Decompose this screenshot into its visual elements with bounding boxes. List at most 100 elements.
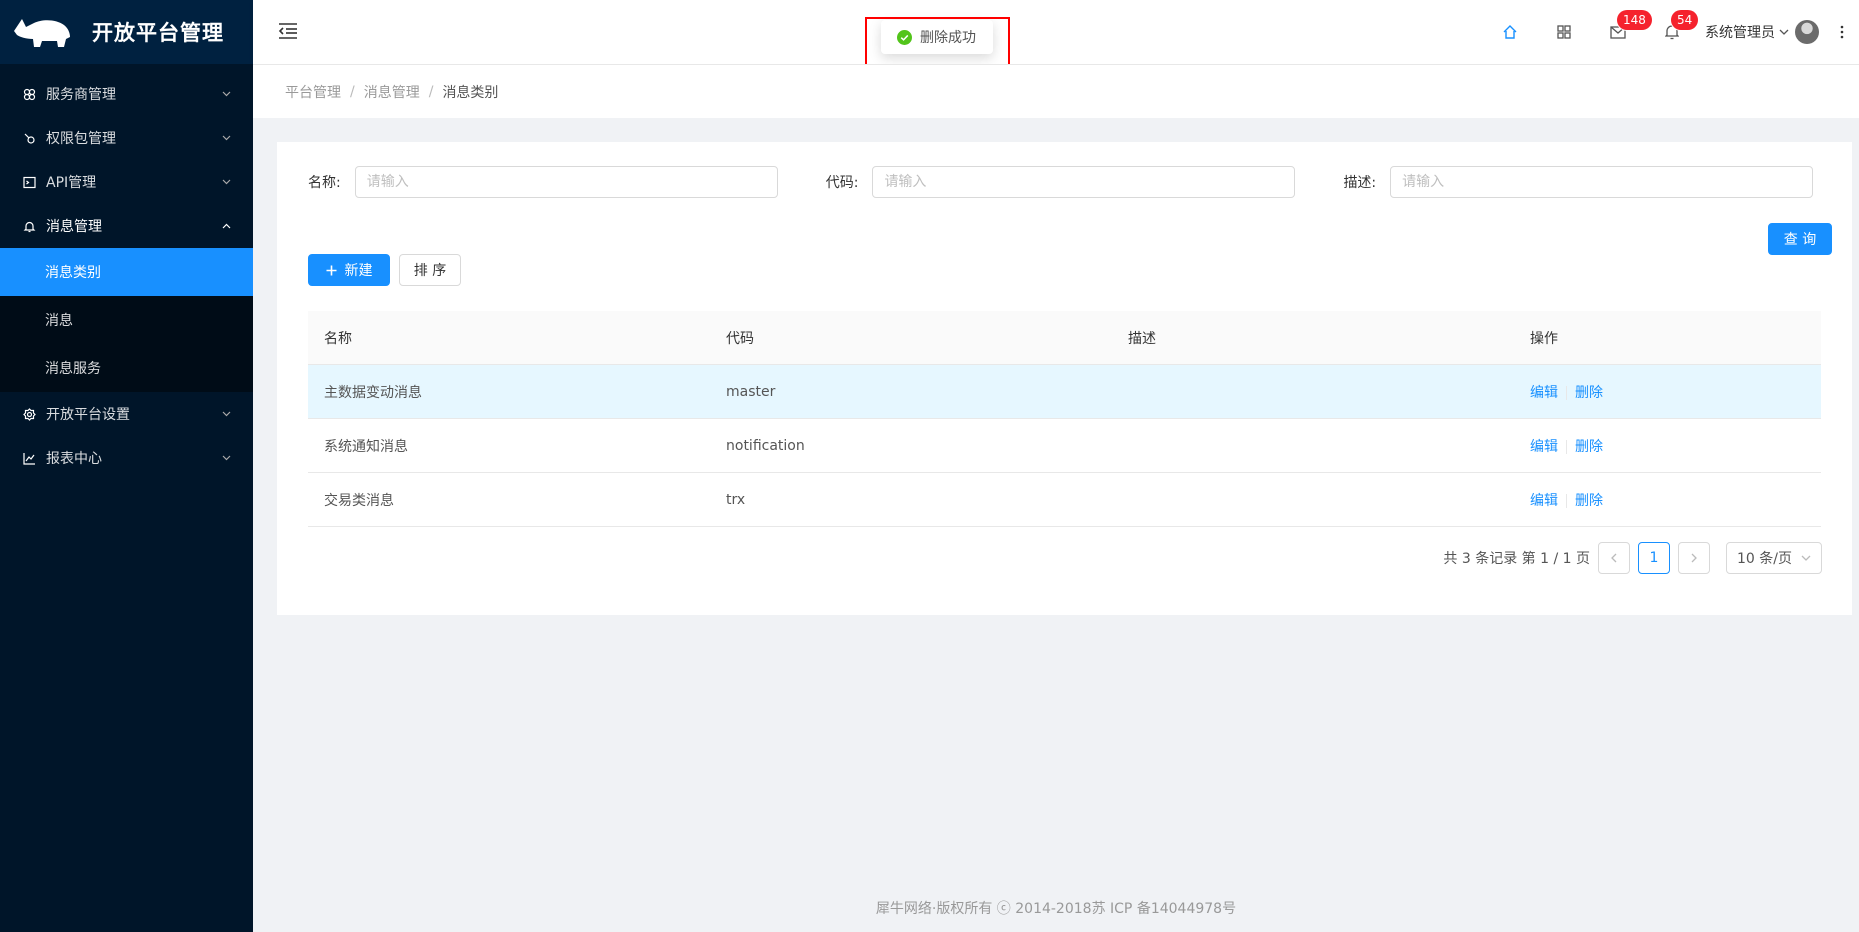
breadcrumb-item[interactable]: 消息管理 [364,82,420,102]
desc-label: 描述: [1343,175,1377,191]
chevron-down-icon [221,177,231,187]
chevron-left-icon [1611,553,1617,563]
app-title: 开放平台管理 [92,21,224,45]
breadcrumb-current: 消息类别 [442,84,499,101]
cell-code: notification [726,437,805,454]
chevron-up-icon [221,221,231,231]
cell-code: trx [726,491,746,508]
action-divider [1566,385,1567,400]
username: 系统管理员 [1705,25,1775,41]
side-menu: 服务商管理 权限包管理 API管理 消息管理 消息类别 消息 消息服务 开放平台… [0,72,253,480]
edit-link[interactable]: 编辑 [1530,439,1558,455]
page-1-button[interactable]: 1 [1638,542,1670,574]
column-header-desc: 描述 [1128,330,1156,347]
breadcrumb: 平台管理 / 消息管理 / 消息类别 [253,64,1859,118]
setting-icon [22,407,36,421]
column-header-actions: 操作 [1530,330,1558,347]
sort-button[interactable]: 排 序 [399,254,461,286]
delete-link[interactable]: 删除 [1575,385,1603,401]
cell-actions: 编辑 删除 [1514,382,1821,402]
name-input[interactable] [354,166,778,198]
sidebar-item-label: 消息管理 [46,219,102,235]
name-label: 名称: [308,175,341,191]
check-circle-icon [897,29,912,45]
notification-count-badge: 54 [1671,10,1699,30]
pagination-summary: 共 3 条记录 第 1 / 1 页 [1443,551,1590,567]
sidebar-item-permissions[interactable]: 权限包管理 [0,116,253,160]
plus-icon [326,265,336,275]
prev-page-button[interactable] [1598,542,1630,574]
chevron-right-icon [1691,553,1697,563]
column-header-name: 名称 [324,330,352,347]
avatar[interactable] [1795,20,1819,44]
sidebar-item-providers[interactable]: 服务商管理 [0,72,253,116]
breadcrumb-item[interactable]: 平台管理 [285,82,341,102]
sidebar-item-label: 报表中心 [46,451,102,467]
desc-input[interactable] [1390,166,1814,198]
sidebar-item-label: 权限包管理 [46,131,116,147]
cell-code: master [726,383,776,400]
logo[interactable]: 开放平台管理 [0,0,253,64]
chevron-down-icon [1801,555,1811,561]
apps-button[interactable] [1537,0,1591,64]
table-header: 名称 代码 描述 操作 [308,311,1821,365]
column-header-code: 代码 [726,330,754,347]
new-button[interactable]: 新建 [308,254,390,286]
page-size-value: 10 条/页 [1737,551,1792,567]
rhino-logo-icon [14,19,70,47]
sidebar-item-label: API管理 [46,175,97,191]
cell-name: 主数据变动消息 [324,384,422,401]
home-button[interactable] [1483,0,1537,64]
action-divider [1566,439,1567,454]
sidebar-item-message-service[interactable]: 消息服务 [0,344,253,392]
query-button[interactable]: 查 询 [1768,223,1832,255]
home-icon [1503,25,1517,39]
message-category-table: 名称 代码 描述 操作 主数据变动消息 master 编辑 删除 系统通知消息 n… [308,311,1821,527]
notification-button[interactable]: 54 [1645,0,1699,64]
content-card: 名称: 代码: 描述: 查 询 新建 排 序 名称 代码 描述 操作 主数据变动… [277,142,1852,615]
cell-name: 系统通知消息 [324,438,408,455]
api-icon [22,131,36,145]
sidebar: 开放平台管理 服务商管理 权限包管理 API管理 消息管理 消息类别 消息 消息… [0,0,253,932]
top-header: 148 54 系统管理员 [253,0,1859,64]
edit-link[interactable]: 编辑 [1530,385,1558,401]
chevron-down-icon [1779,29,1789,35]
table-row: 系统通知消息 notification 编辑 删除 [308,419,1821,473]
new-button-label: 新建 [344,263,373,279]
search-form: 名称: 代码: 描述: [308,166,1814,198]
table-row: 交易类消息 trx 编辑 删除 [308,473,1821,527]
bell-icon [22,219,36,233]
table-row: 主数据变动消息 master 编辑 删除 [308,365,1821,419]
user-menu[interactable]: 系统管理员 [1699,0,1825,64]
appstore-icon [1557,25,1571,39]
sidebar-item-message[interactable]: 消息 [0,296,253,344]
sidebar-item-message-category[interactable]: 消息类别 [0,248,253,296]
sidebar-item-api[interactable]: API管理 [0,160,253,204]
edit-link[interactable]: 编辑 [1530,493,1558,509]
sidebar-item-platform-settings[interactable]: 开放平台设置 [0,392,253,436]
chevron-down-icon [221,409,231,419]
next-page-button[interactable] [1678,542,1710,574]
cluster-icon [22,87,36,101]
delete-link[interactable]: 删除 [1575,439,1603,455]
footer-copyright: 犀牛网络·版权所有 ⓒ 2014-2018苏 ICP 备14044978号 [875,901,1237,917]
code-icon [22,175,36,189]
sidebar-item-label: 开放平台设置 [46,407,130,423]
toast-message: 删除成功 [920,30,976,46]
code-input[interactable] [872,166,1296,198]
success-toast: 删除成功 [881,20,993,54]
cell-actions: 编辑 删除 [1514,490,1821,510]
delete-link[interactable]: 删除 [1575,493,1603,509]
sidebar-item-reports[interactable]: 报表中心 [0,436,253,480]
action-divider [1566,493,1567,508]
breadcrumb-separator: / [350,83,355,100]
sidebar-item-messages[interactable]: 消息管理 [0,204,253,248]
breadcrumb-separator: / [428,83,434,100]
code-label: 代码: [825,175,859,191]
mail-button[interactable]: 148 [1591,0,1652,64]
page-size-select[interactable]: 10 条/页 [1726,542,1822,574]
menu-fold-icon[interactable] [277,20,299,42]
sidebar-item-label: 服务商管理 [46,87,116,103]
more-button[interactable] [1825,0,1859,64]
cell-name: 交易类消息 [324,492,394,509]
